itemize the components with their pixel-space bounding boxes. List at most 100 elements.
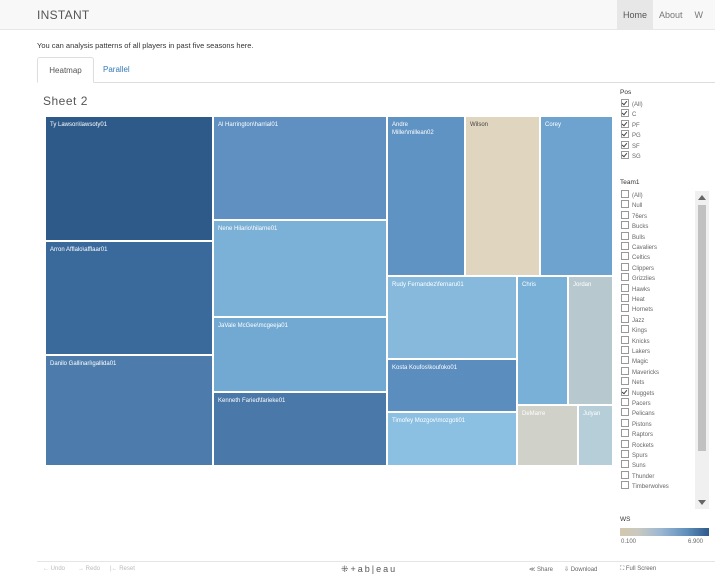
team-filter-scrollbar[interactable]	[695, 191, 709, 509]
undo-button[interactable]: ← Undo	[43, 566, 65, 572]
tab-parallel[interactable]: Parallel	[103, 57, 130, 82]
pos-filter-option[interactable]: SF	[621, 140, 640, 150]
nav-w[interactable]: W	[689, 0, 710, 30]
team-filter-option[interactable]: Magic	[621, 356, 648, 365]
checkbox[interactable]	[621, 481, 629, 490]
team-filter-option[interactable]: 76ers	[621, 210, 647, 220]
checkbox[interactable]	[621, 151, 629, 159]
tab-heatmap[interactable]: Heatmap	[37, 57, 94, 83]
team-filter-option[interactable]: Hornets	[621, 304, 653, 313]
team-filter-option[interactable]: Celtics	[621, 252, 650, 261]
team-filter-option[interactable]: Bulls	[621, 231, 645, 241]
treemap-cell[interactable]: Rudy Fernandez\fernaru01	[387, 276, 517, 359]
checkbox[interactable]	[621, 242, 629, 250]
checkbox[interactable]	[621, 273, 629, 282]
team-filter-option[interactable]: Timberwolves	[621, 481, 669, 490]
treemap-cell[interactable]: Timofey Mozgov\mozgoti01	[387, 412, 517, 466]
pos-filter-option[interactable]: PG	[621, 130, 641, 139]
checkbox[interactable]	[621, 377, 629, 386]
treemap-cell[interactable]: Corey	[540, 116, 613, 276]
team-filter-option[interactable]: Pistons	[621, 418, 652, 428]
pos-filter-option[interactable]: SG	[621, 151, 641, 160]
team-filter-option[interactable]: Nuggets	[621, 387, 654, 397]
team-filter-option[interactable]: Mavericks	[621, 366, 659, 376]
team-filter-option[interactable]: Spurs	[621, 450, 648, 459]
checkbox[interactable]	[621, 262, 629, 271]
checkbox[interactable]	[621, 450, 629, 458]
checkbox[interactable]	[621, 325, 629, 334]
checkbox[interactable]	[621, 252, 629, 261]
treemap-cell[interactable]: Al Harrington\harrial01	[213, 116, 387, 220]
checkbox[interactable]	[621, 429, 629, 438]
share-button[interactable]: ≪ Share	[529, 566, 553, 573]
checkbox[interactable]	[621, 398, 629, 406]
team-filter-option[interactable]: Thunder	[621, 470, 654, 480]
reset-button[interactable]: |← Reset	[110, 566, 135, 572]
treemap-cell[interactable]: Danilo Gallinari\gallida01	[45, 355, 213, 466]
nav-home[interactable]: Home	[617, 0, 654, 30]
checkbox[interactable]	[621, 190, 629, 198]
checkbox[interactable]	[621, 439, 629, 448]
team-filter-option[interactable]: Nets	[621, 377, 644, 386]
scroll-thumb[interactable]	[698, 205, 706, 451]
team-filter-option[interactable]: Jazz	[621, 314, 644, 324]
checkbox[interactable]	[621, 418, 629, 427]
checkbox[interactable]	[621, 294, 629, 302]
team-filter-option[interactable]: Clippers	[621, 262, 654, 272]
treemap-cell[interactable]: Julyan	[578, 405, 613, 466]
checkbox[interactable]	[621, 356, 629, 365]
checkbox[interactable]	[621, 140, 629, 149]
checkbox[interactable]	[621, 210, 629, 219]
checkbox[interactable]	[621, 221, 629, 230]
checkbox[interactable]	[621, 346, 629, 354]
scroll-down-icon[interactable]	[698, 500, 706, 505]
checkbox[interactable]	[621, 460, 629, 469]
team-filter-option[interactable]: Cavaliers	[621, 242, 657, 251]
checkbox[interactable]	[621, 231, 629, 240]
team-filter-option[interactable]: Null	[621, 200, 642, 209]
team-filter-option[interactable]: Pelicans	[621, 408, 655, 417]
treemap-cell[interactable]: Chris	[517, 276, 568, 405]
treemap-cell[interactable]: Andre Miller\millean02	[387, 116, 465, 276]
checkbox[interactable]	[621, 408, 629, 417]
checkbox[interactable]	[621, 200, 629, 209]
checkbox[interactable]	[621, 109, 629, 118]
nav-about[interactable]: About	[653, 0, 689, 30]
treemap-cell[interactable]: Kosta Koufos\koufoko01	[387, 359, 517, 412]
checkbox[interactable]	[621, 283, 629, 292]
treemap-cell[interactable]: Jordan	[568, 276, 613, 405]
team-filter-option[interactable]: Pacers	[621, 398, 651, 407]
team-filter-option[interactable]: Heat	[621, 294, 645, 303]
team-filter-option[interactable]: Hawks	[621, 283, 650, 293]
checkbox[interactable]	[621, 387, 629, 396]
treemap-cell[interactable]: Wilson	[465, 116, 540, 276]
pos-filter-option[interactable]: (All)	[621, 99, 643, 108]
team-filter-option[interactable]: Bucks	[621, 221, 648, 230]
pos-filter-option[interactable]: PF	[621, 119, 640, 129]
checkbox[interactable]	[621, 130, 629, 139]
treemap-cell[interactable]: Arron Afflalo\afflaar01	[45, 241, 213, 355]
brand-logo[interactable]: INSTANT	[37, 8, 90, 22]
treemap-cell[interactable]: JaVale McGee\mcgeeja01	[213, 317, 387, 392]
team-filter-option[interactable]: Raptors	[621, 429, 653, 438]
pos-filter-option[interactable]: C	[621, 109, 636, 118]
team-filter-option[interactable]: Grizzlies	[621, 273, 655, 282]
scroll-up-icon[interactable]	[698, 195, 706, 200]
team-filter-option[interactable]: (All)	[621, 190, 643, 199]
download-button[interactable]: ⇩ Download	[564, 566, 597, 573]
team-filter-option[interactable]: Rockets	[621, 439, 654, 449]
team-filter-option[interactable]: Kings	[621, 325, 647, 334]
checkbox[interactable]	[621, 366, 629, 375]
checkbox[interactable]	[621, 99, 629, 107]
checkbox[interactable]	[621, 470, 629, 479]
treemap-cell[interactable]: Ty Lawson\lawsoty01	[45, 116, 213, 241]
checkbox[interactable]	[621, 304, 629, 313]
team-filter-option[interactable]: Suns	[621, 460, 646, 469]
checkbox[interactable]	[621, 119, 629, 128]
fullscreen-button[interactable]: ⛶ Full Screen	[620, 566, 656, 573]
checkbox[interactable]	[621, 314, 629, 323]
treemap-cell[interactable]: Kenneth Faried\farieke01	[213, 392, 387, 466]
team-filter-option[interactable]: Knicks	[621, 335, 650, 345]
redo-button[interactable]: → Redo	[78, 566, 100, 572]
team-filter-option[interactable]: Lakers	[621, 346, 650, 355]
